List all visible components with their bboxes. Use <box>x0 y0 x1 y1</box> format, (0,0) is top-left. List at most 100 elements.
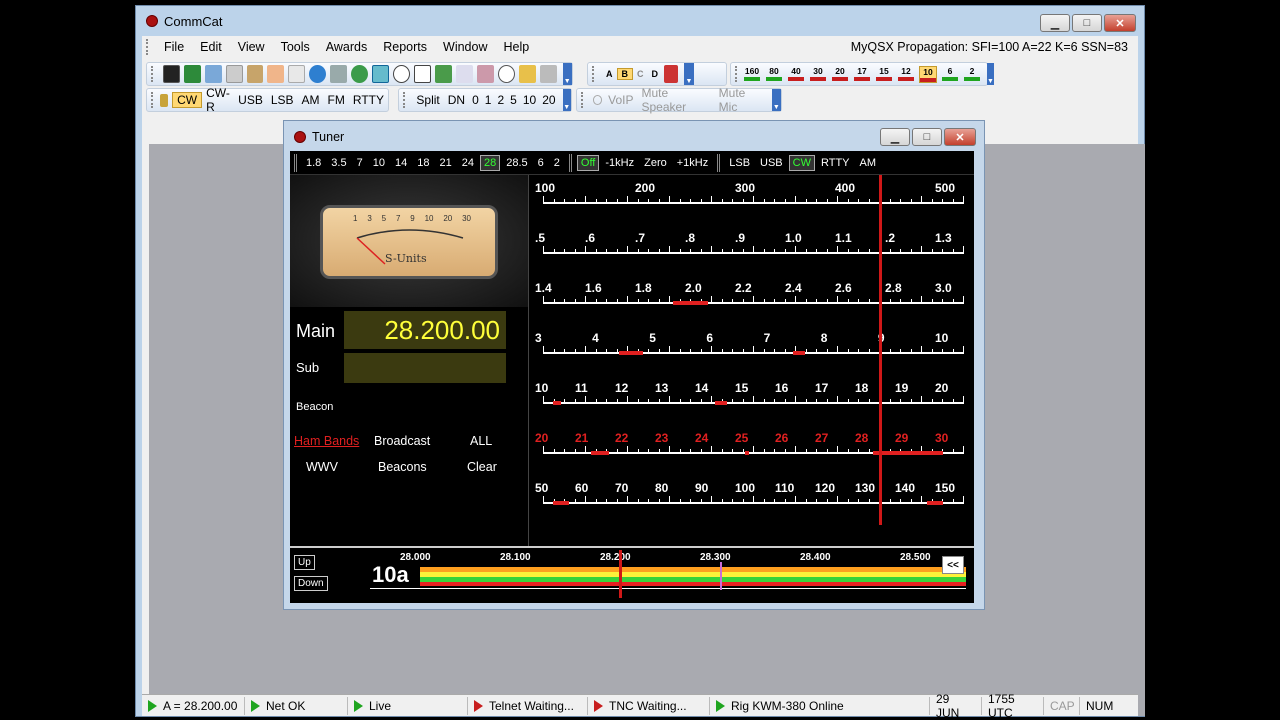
tuner-band-7-button[interactable]: 7 <box>353 155 367 171</box>
mode-lsb-button[interactable]: LSB <box>267 93 298 107</box>
band-80-button[interactable]: 80 <box>765 66 783 83</box>
offset-zero-button[interactable]: Zero <box>640 155 671 171</box>
menu-window[interactable]: Window <box>435 40 495 54</box>
band-12-button[interactable]: 12 <box>897 66 915 83</box>
tuner-band-21-button[interactable]: 21 <box>435 155 455 171</box>
tuner-band-6-button[interactable]: 6 <box>534 155 548 171</box>
band-2-button[interactable]: 2 <box>963 66 981 83</box>
menu-help[interactable]: Help <box>495 40 537 54</box>
tuner-mode-rtty-button[interactable]: RTTY <box>817 155 854 171</box>
network-icon[interactable] <box>372 65 390 83</box>
tuner-minimize-button[interactable]: ▁ <box>880 128 910 146</box>
wwv-link[interactable]: WWV <box>306 460 338 474</box>
toolbar-grip[interactable] <box>717 153 721 172</box>
offset-off-button[interactable]: Off <box>576 154 600 171</box>
tuner-band-28-5-button[interactable]: 28.5 <box>502 155 531 171</box>
copy-icon[interactable] <box>225 65 243 83</box>
beacons-link[interactable]: Beacons <box>378 460 427 474</box>
toolbar-grip[interactable] <box>581 92 587 108</box>
crosshair-icon[interactable] <box>393 65 411 83</box>
all-link[interactable]: ALL <box>470 434 492 448</box>
toolbar-grip[interactable] <box>592 66 598 82</box>
tuner-mode-lsb-button[interactable]: LSB <box>725 155 754 171</box>
mode-usb-button[interactable]: USB <box>234 93 267 107</box>
band-6-button[interactable]: 6 <box>941 66 959 83</box>
log-icon[interactable] <box>162 65 180 83</box>
key-icon[interactable] <box>518 65 536 83</box>
mode-rtty-button[interactable]: RTTY <box>349 93 388 107</box>
tuner-close-button[interactable]: ✕ <box>944 128 976 146</box>
satellite-icon[interactable] <box>330 65 348 83</box>
tuner-band-14-button[interactable]: 14 <box>391 155 411 171</box>
earth-icon[interactable] <box>351 65 369 83</box>
band-20-button[interactable]: 20 <box>831 66 849 83</box>
map-icon[interactable] <box>435 65 452 83</box>
lock-icon[interactable] <box>159 93 169 107</box>
minimize-button[interactable]: ▁ <box>1040 14 1070 32</box>
menu-reports[interactable]: Reports <box>375 40 435 54</box>
grid-icon[interactable] <box>288 65 306 83</box>
band-40-button[interactable]: 40 <box>787 66 805 83</box>
tuning-pointer[interactable] <box>879 175 882 525</box>
offset-minus-button[interactable]: -1kHz <box>601 155 638 171</box>
tuner-band-24-button[interactable]: 24 <box>458 155 478 171</box>
band-17-button[interactable]: 17 <box>853 66 871 83</box>
tuner-mode-am-button[interactable]: AM <box>856 155 881 171</box>
menu-edit[interactable]: Edit <box>192 40 230 54</box>
band-30-button[interactable]: 30 <box>809 66 827 83</box>
mode-fm-button[interactable]: FM <box>324 93 349 107</box>
toolbar-overflow-icon[interactable]: ▼ <box>771 89 781 111</box>
step-20-button[interactable]: 20 <box>539 93 558 107</box>
mute-speaker-button[interactable]: Mute Speaker <box>637 86 714 114</box>
mode-am-button[interactable]: AM <box>298 93 324 107</box>
toolbar-overflow-icon[interactable]: ▼ <box>562 63 572 85</box>
step-10-button[interactable]: 10 <box>520 93 539 107</box>
split-button[interactable]: Split <box>412 93 443 107</box>
globe-icon[interactable] <box>309 65 327 83</box>
tuner-mode-cw-button[interactable]: CW <box>788 154 815 171</box>
toolbar-grip[interactable] <box>568 153 572 172</box>
calendar-icon[interactable] <box>204 65 222 83</box>
pen-icon[interactable] <box>246 65 264 83</box>
band-15-button[interactable]: 15 <box>875 66 893 83</box>
voip-button[interactable]: VoIP <box>604 93 637 107</box>
step-2-button[interactable]: 2 <box>494 93 507 107</box>
menu-grip[interactable] <box>146 39 152 55</box>
tuner-band-18-button[interactable]: 18 <box>413 155 433 171</box>
mode-cwr-button[interactable]: CW-R <box>202 86 234 114</box>
tuner-maximize-button[interactable]: □ <box>912 128 942 146</box>
vfo-a-button[interactable]: A <box>602 69 617 79</box>
dn-button[interactable]: DN <box>444 93 469 107</box>
down-button[interactable]: Down <box>294 576 328 591</box>
vfo-d-button[interactable]: D <box>648 69 663 79</box>
clear-link[interactable]: Clear <box>467 460 497 474</box>
tuner-band-2-button[interactable]: 2 <box>550 155 564 171</box>
main-frequency[interactable]: 28.200.00 <box>344 311 506 349</box>
toolbar-overflow-icon[interactable]: ▼ <box>562 89 571 111</box>
collapse-button[interactable]: << <box>942 556 964 574</box>
toolbar-overflow-icon[interactable]: ▼ <box>684 63 694 85</box>
step-0-button[interactable]: 0 <box>469 93 482 107</box>
mute-mic-button[interactable]: Mute Mic <box>715 86 768 114</box>
vfo-c-button[interactable]: C <box>633 69 648 79</box>
clipboard-icon[interactable] <box>455 65 473 83</box>
tuner-mode-usb-button[interactable]: USB <box>756 155 787 171</box>
toolbar-grip[interactable] <box>403 92 408 108</box>
offset-plus-button[interactable]: +1kHz <box>673 155 713 171</box>
tuner-band-28-button[interactable]: 28 <box>479 154 501 171</box>
spreadsheet-icon[interactable] <box>183 65 201 83</box>
hand-icon[interactable] <box>267 65 285 83</box>
toolbar-grip[interactable] <box>294 153 297 172</box>
dial-scales[interactable]: 100 200 300 400 500.5.6.7.8.9 1.0 1.1.2 1.3 1.4 1… <box>528 175 974 547</box>
menu-awards[interactable]: Awards <box>318 40 375 54</box>
mode-cw-button[interactable]: CW <box>172 92 203 108</box>
band-160-button[interactable]: 160 <box>743 66 761 83</box>
menu-tools[interactable]: Tools <box>273 40 318 54</box>
toolbar-overflow-icon[interactable]: ▼ <box>987 63 994 85</box>
fine-pointer[interactable] <box>619 550 622 598</box>
menu-file[interactable]: File <box>156 40 192 54</box>
puzzle-icon[interactable] <box>476 65 494 83</box>
sub-frequency[interactable] <box>344 353 506 383</box>
maximize-button[interactable]: □ <box>1072 14 1102 32</box>
toolbar-grip[interactable] <box>151 66 157 82</box>
